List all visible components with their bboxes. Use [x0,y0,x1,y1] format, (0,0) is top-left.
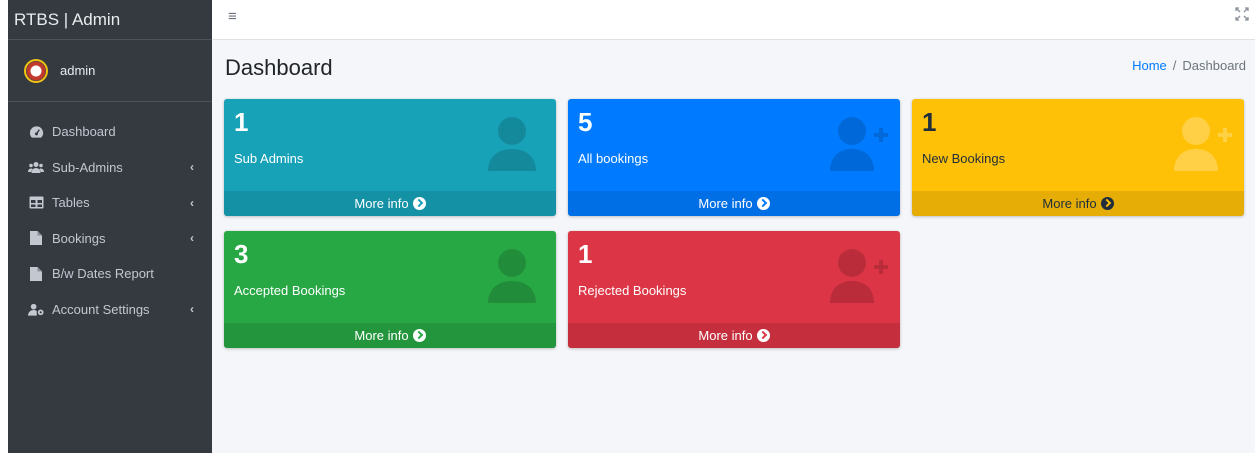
small-box-sub-admins: 1 Sub Admins More info [224,99,556,216]
sidebar-nav: Dashboard Sub-Admins ‹ Tables ‹ Bookings… [8,102,212,327]
chevron-left-icon: ‹ [190,195,194,210]
more-info-link[interactable]: More info [224,191,556,216]
file-icon [28,266,44,281]
more-info-link[interactable]: More info [568,323,900,348]
sidebar: RTBS | Admin admin Dashboard Sub-Admins … [8,0,212,453]
breadcrumb: Home / Dashboard [1132,58,1246,73]
box-count: 3 [234,239,249,269]
small-box-all-bookings: 5 All bookings More info [568,99,900,216]
user-panel[interactable]: admin [8,40,212,102]
box-label: Accepted Bookings [234,283,346,298]
more-info-label: More info [698,196,753,211]
chevron-left-icon: ‹ [190,231,194,246]
box-label: All bookings [578,151,649,166]
content-wrapper: Dashboard Home / Dashboard 1 Sub Admins Mo… [212,40,1255,453]
more-info-label: More info [698,328,753,343]
chevron-left-icon: ‹ [190,160,194,175]
box-count: 1 [922,107,937,137]
sidebar-item-sub-admins[interactable]: Sub-Admins ‹ [8,150,212,186]
sidebar-item-label: Dashboard [52,124,116,140]
more-info-label: More info [354,196,409,211]
breadcrumb-current: Dashboard [1182,58,1246,73]
box-label: Rejected Bookings [578,283,687,298]
sidebar-item-bookings[interactable]: Bookings ‹ [8,221,212,257]
user-plus-icon [1174,115,1234,171]
breadcrumb-separator: / [1172,58,1177,73]
small-box-accepted-bookings: 3 Accepted Bookings More info [224,231,556,348]
file-icon [28,231,44,246]
arrow-circle-right-icon [1100,197,1114,210]
arrow-circle-right-icon [756,329,770,342]
table-icon [28,196,44,210]
sidebar-item-tables[interactable]: Tables ‹ [8,185,212,221]
app: RTBS | Admin admin Dashboard Sub-Admins … [8,0,1255,453]
user-plus-icon [830,115,890,171]
more-info-link[interactable]: More info [224,323,556,348]
arrow-circle-right-icon [412,329,426,342]
box-label: New Bookings [922,151,1006,166]
more-info-link[interactable]: More info [568,191,900,216]
user-name: admin [60,63,96,78]
top-navbar: ≡ [212,0,1255,40]
menu-toggle-icon[interactable]: ≡ [228,8,237,25]
arrow-circle-right-icon [412,197,426,210]
breadcrumb-home-link[interactable]: Home [1132,58,1167,73]
box-label: Sub Admins [234,151,304,166]
user-plus-icon [830,247,890,303]
sidebar-item-account-settings[interactable]: Account Settings ‹ [8,292,212,328]
box-count: 1 [578,239,593,269]
fullscreen-icon[interactable] [1235,7,1249,24]
more-info-link[interactable]: More info [912,191,1244,216]
small-box-rejected-bookings: 1 Rejected Bookings More info [568,231,900,348]
tachometer-icon [28,125,44,139]
sidebar-item-label: B/w Dates Report [52,266,154,282]
users-icon [28,160,44,174]
sidebar-item-label: Bookings [52,230,106,246]
page-title: Dashboard [225,55,333,80]
small-box-new-bookings: 1 New Bookings More info [912,99,1244,216]
more-info-label: More info [1042,196,1097,211]
user-icon [486,115,546,171]
user-icon [486,247,546,303]
sidebar-item-bw-dates-report[interactable]: B/w Dates Report [8,256,212,292]
box-count: 5 [578,107,593,137]
more-info-label: More info [354,328,409,343]
brand-title: RTBS | Admin [14,9,121,29]
arrow-circle-right-icon [756,197,770,210]
chevron-left-icon: ‹ [190,302,194,317]
sidebar-item-dashboard[interactable]: Dashboard [8,114,212,150]
box-count: 1 [234,107,249,137]
brand-link[interactable]: RTBS | Admin [8,0,212,40]
sidebar-item-label: Account Settings [52,301,150,317]
user-cog-icon [28,302,44,316]
sidebar-item-label: Sub-Admins [52,159,123,175]
avatar [24,58,48,83]
sidebar-item-label: Tables [52,195,90,211]
